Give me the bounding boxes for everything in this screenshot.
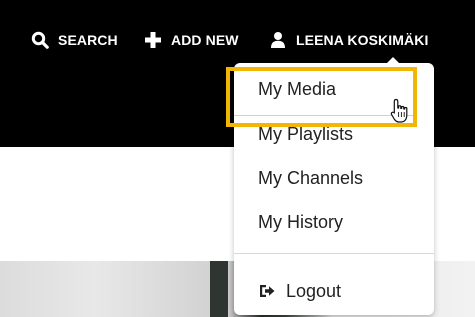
logout-icon xyxy=(258,282,276,300)
menu-item-my-history[interactable]: My History xyxy=(258,210,343,234)
user-name-label: LEENA KOSKIMÄKI xyxy=(296,32,429,48)
menu-divider xyxy=(234,253,434,254)
menu-item-my-channels[interactable]: My Channels xyxy=(258,166,363,190)
plus-icon xyxy=(143,30,163,50)
menu-item-my-media[interactable]: My Media xyxy=(258,77,336,101)
user-menu-button[interactable]: LEENA KOSKIMÄKI xyxy=(268,28,428,52)
add-new-label: ADD NEW xyxy=(171,32,239,48)
logout-label: Logout xyxy=(286,280,342,301)
page: SEARCH ADD NEW LEENA KOSKIMÄKI My Media … xyxy=(0,0,475,317)
user-icon xyxy=(268,30,288,50)
add-new-button[interactable]: ADD NEW xyxy=(143,28,239,52)
search-label: SEARCH xyxy=(58,32,118,48)
search-icon xyxy=(30,30,50,50)
thumbnail-detail xyxy=(210,261,228,317)
dropdown-caret xyxy=(386,57,400,64)
search-button[interactable]: SEARCH xyxy=(30,28,118,52)
hand-cursor-icon xyxy=(390,98,410,124)
hover-separator xyxy=(234,115,414,116)
menu-item-logout[interactable]: Logout xyxy=(258,279,341,303)
menu-item-my-playlists[interactable]: My Playlists xyxy=(258,122,353,146)
